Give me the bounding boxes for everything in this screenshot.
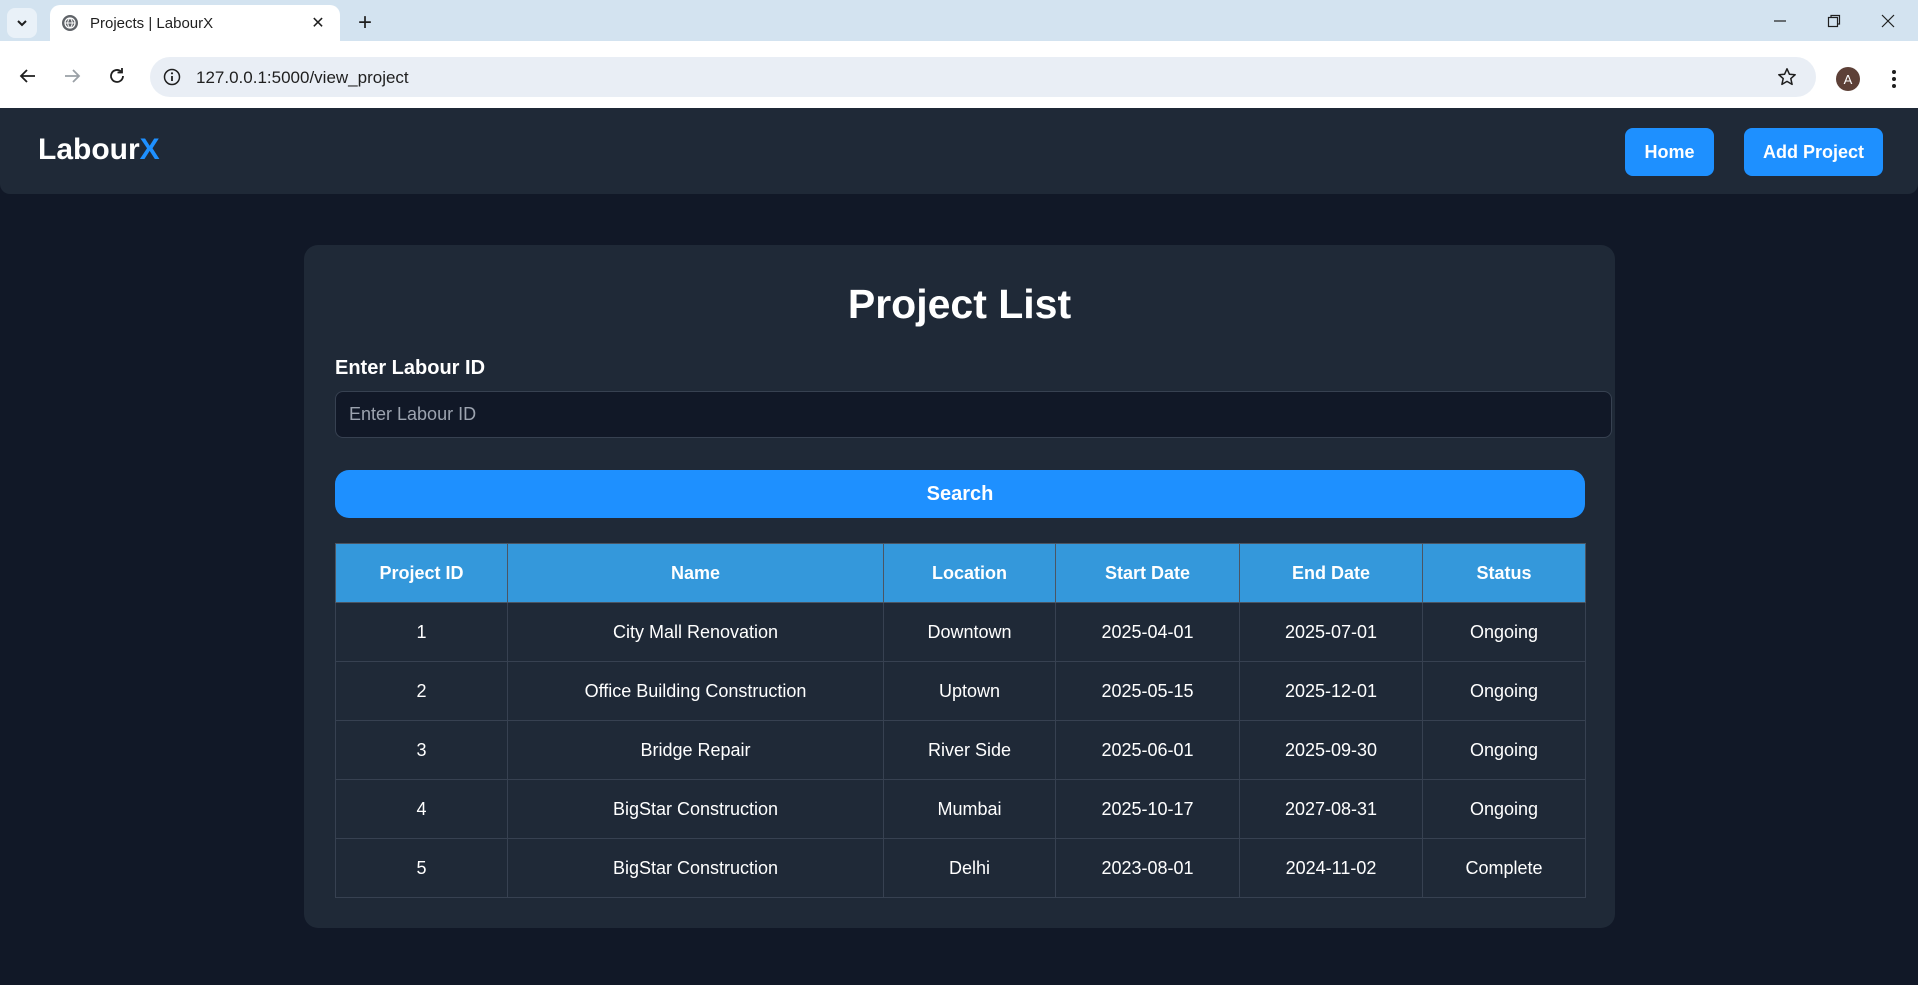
project-id-cell: 5 [335,838,508,898]
table-row: 1 City Mall Renovation Downtown 2025-04-… [335,602,1586,662]
status-cell: Ongoing [1422,779,1586,839]
status-cell: Ongoing [1422,661,1586,721]
bookmark-star-icon[interactable] [1776,66,1798,88]
table-row: 5 BigStar Construction Delhi 2023-08-01 … [335,838,1586,898]
restore-icon [1827,14,1840,27]
location-cell: Downtown [883,602,1056,662]
table-header-row: Project ID Name Location Start Date End … [335,543,1586,603]
more-menu-icon[interactable] [1882,67,1906,91]
minimize-button[interactable] [1752,0,1807,41]
page-title: Project List [847,281,1072,327]
status-cell: Ongoing [1422,720,1586,780]
location-cell: Delhi [883,838,1056,898]
search-button[interactable]: Search [335,470,1585,518]
chevron-down-icon [17,20,27,27]
brand-name: Labour [38,133,140,166]
restore-button[interactable] [1806,0,1861,41]
project-name-cell: City Mall Renovation [507,602,884,662]
tab-search-button[interactable] [7,8,37,38]
column-header: Location [883,543,1056,603]
labour-id-input[interactable] [335,391,1612,438]
profile-avatar[interactable]: A [1836,67,1860,91]
project-name-cell: BigStar Construction [507,779,884,839]
back-button[interactable] [13,61,43,91]
project-id-cell: 3 [335,720,508,780]
end-date-cell: 2025-12-01 [1239,661,1423,721]
end-date-cell: 2025-07-01 [1239,602,1423,662]
start-date-cell: 2025-10-17 [1055,779,1240,839]
browser-tab-bar: Projects | LabourX ✕ + [0,0,1918,41]
minimize-icon [1773,19,1786,22]
start-date-cell: 2025-04-01 [1055,602,1240,662]
end-date-cell: 2025-09-30 [1239,720,1423,780]
tab-title: Projects | LabourX [90,14,214,32]
status-cell: Ongoing [1422,602,1586,662]
table-row: 2 Office Building Construction Uptown 20… [335,661,1586,721]
url-text: 127.0.0.1:5000/view_project [196,68,409,87]
app-header: LabourX Home Add Project [0,108,1918,194]
project-id-cell: 2 [335,661,508,721]
brand-logo[interactable]: LabourX [38,133,160,167]
close-icon [1881,14,1894,27]
location-cell: Mumbai [883,779,1056,839]
address-bar[interactable]: 127.0.0.1:5000/view_project [150,57,1816,97]
reload-button[interactable] [102,61,132,91]
new-tab-button[interactable]: + [352,9,378,36]
column-header: Status [1422,543,1586,603]
column-header: Start Date [1055,543,1240,603]
projects-table: Project ID Name Location Start Date End … [335,543,1586,898]
labour-id-label: Enter Labour ID [335,357,486,379]
table-row: 3 Bridge Repair River Side 2025-06-01 20… [335,720,1586,780]
column-header: Name [507,543,884,603]
status-cell: Complete [1422,838,1586,898]
browser-tab[interactable]: Projects | LabourX ✕ [50,5,340,41]
forward-button[interactable] [57,61,87,91]
close-tab-icon[interactable]: ✕ [308,13,328,33]
arrow-left-icon [19,69,35,83]
arrow-right-icon [65,69,81,83]
end-date-cell: 2024-11-02 [1239,838,1423,898]
project-name-cell: BigStar Construction [507,838,884,898]
column-header: Project ID [335,543,508,603]
end-date-cell: 2027-08-31 [1239,779,1423,839]
project-id-cell: 4 [335,779,508,839]
browser-toolbar: 127.0.0.1:5000/view_project A [0,41,1918,108]
project-name-cell: Bridge Repair [507,720,884,780]
project-id-cell: 1 [335,602,508,662]
globe-icon [62,15,78,31]
table-row: 4 BigStar Construction Mumbai 2025-10-17… [335,779,1586,839]
project-name-cell: Office Building Construction [507,661,884,721]
start-date-cell: 2023-08-01 [1055,838,1240,898]
site-info-icon[interactable] [162,67,182,87]
home-button[interactable]: Home [1625,128,1714,176]
start-date-cell: 2025-06-01 [1055,720,1240,780]
project-list-card: Project List Enter Labour ID Search Proj… [304,245,1615,928]
close-window-button[interactable] [1860,0,1915,41]
reload-icon [110,68,124,83]
location-cell: River Side [883,720,1056,780]
start-date-cell: 2025-05-15 [1055,661,1240,721]
column-header: End Date [1239,543,1423,603]
location-cell: Uptown [883,661,1056,721]
brand-accent: X [139,133,160,166]
add-project-button[interactable]: Add Project [1744,128,1883,176]
